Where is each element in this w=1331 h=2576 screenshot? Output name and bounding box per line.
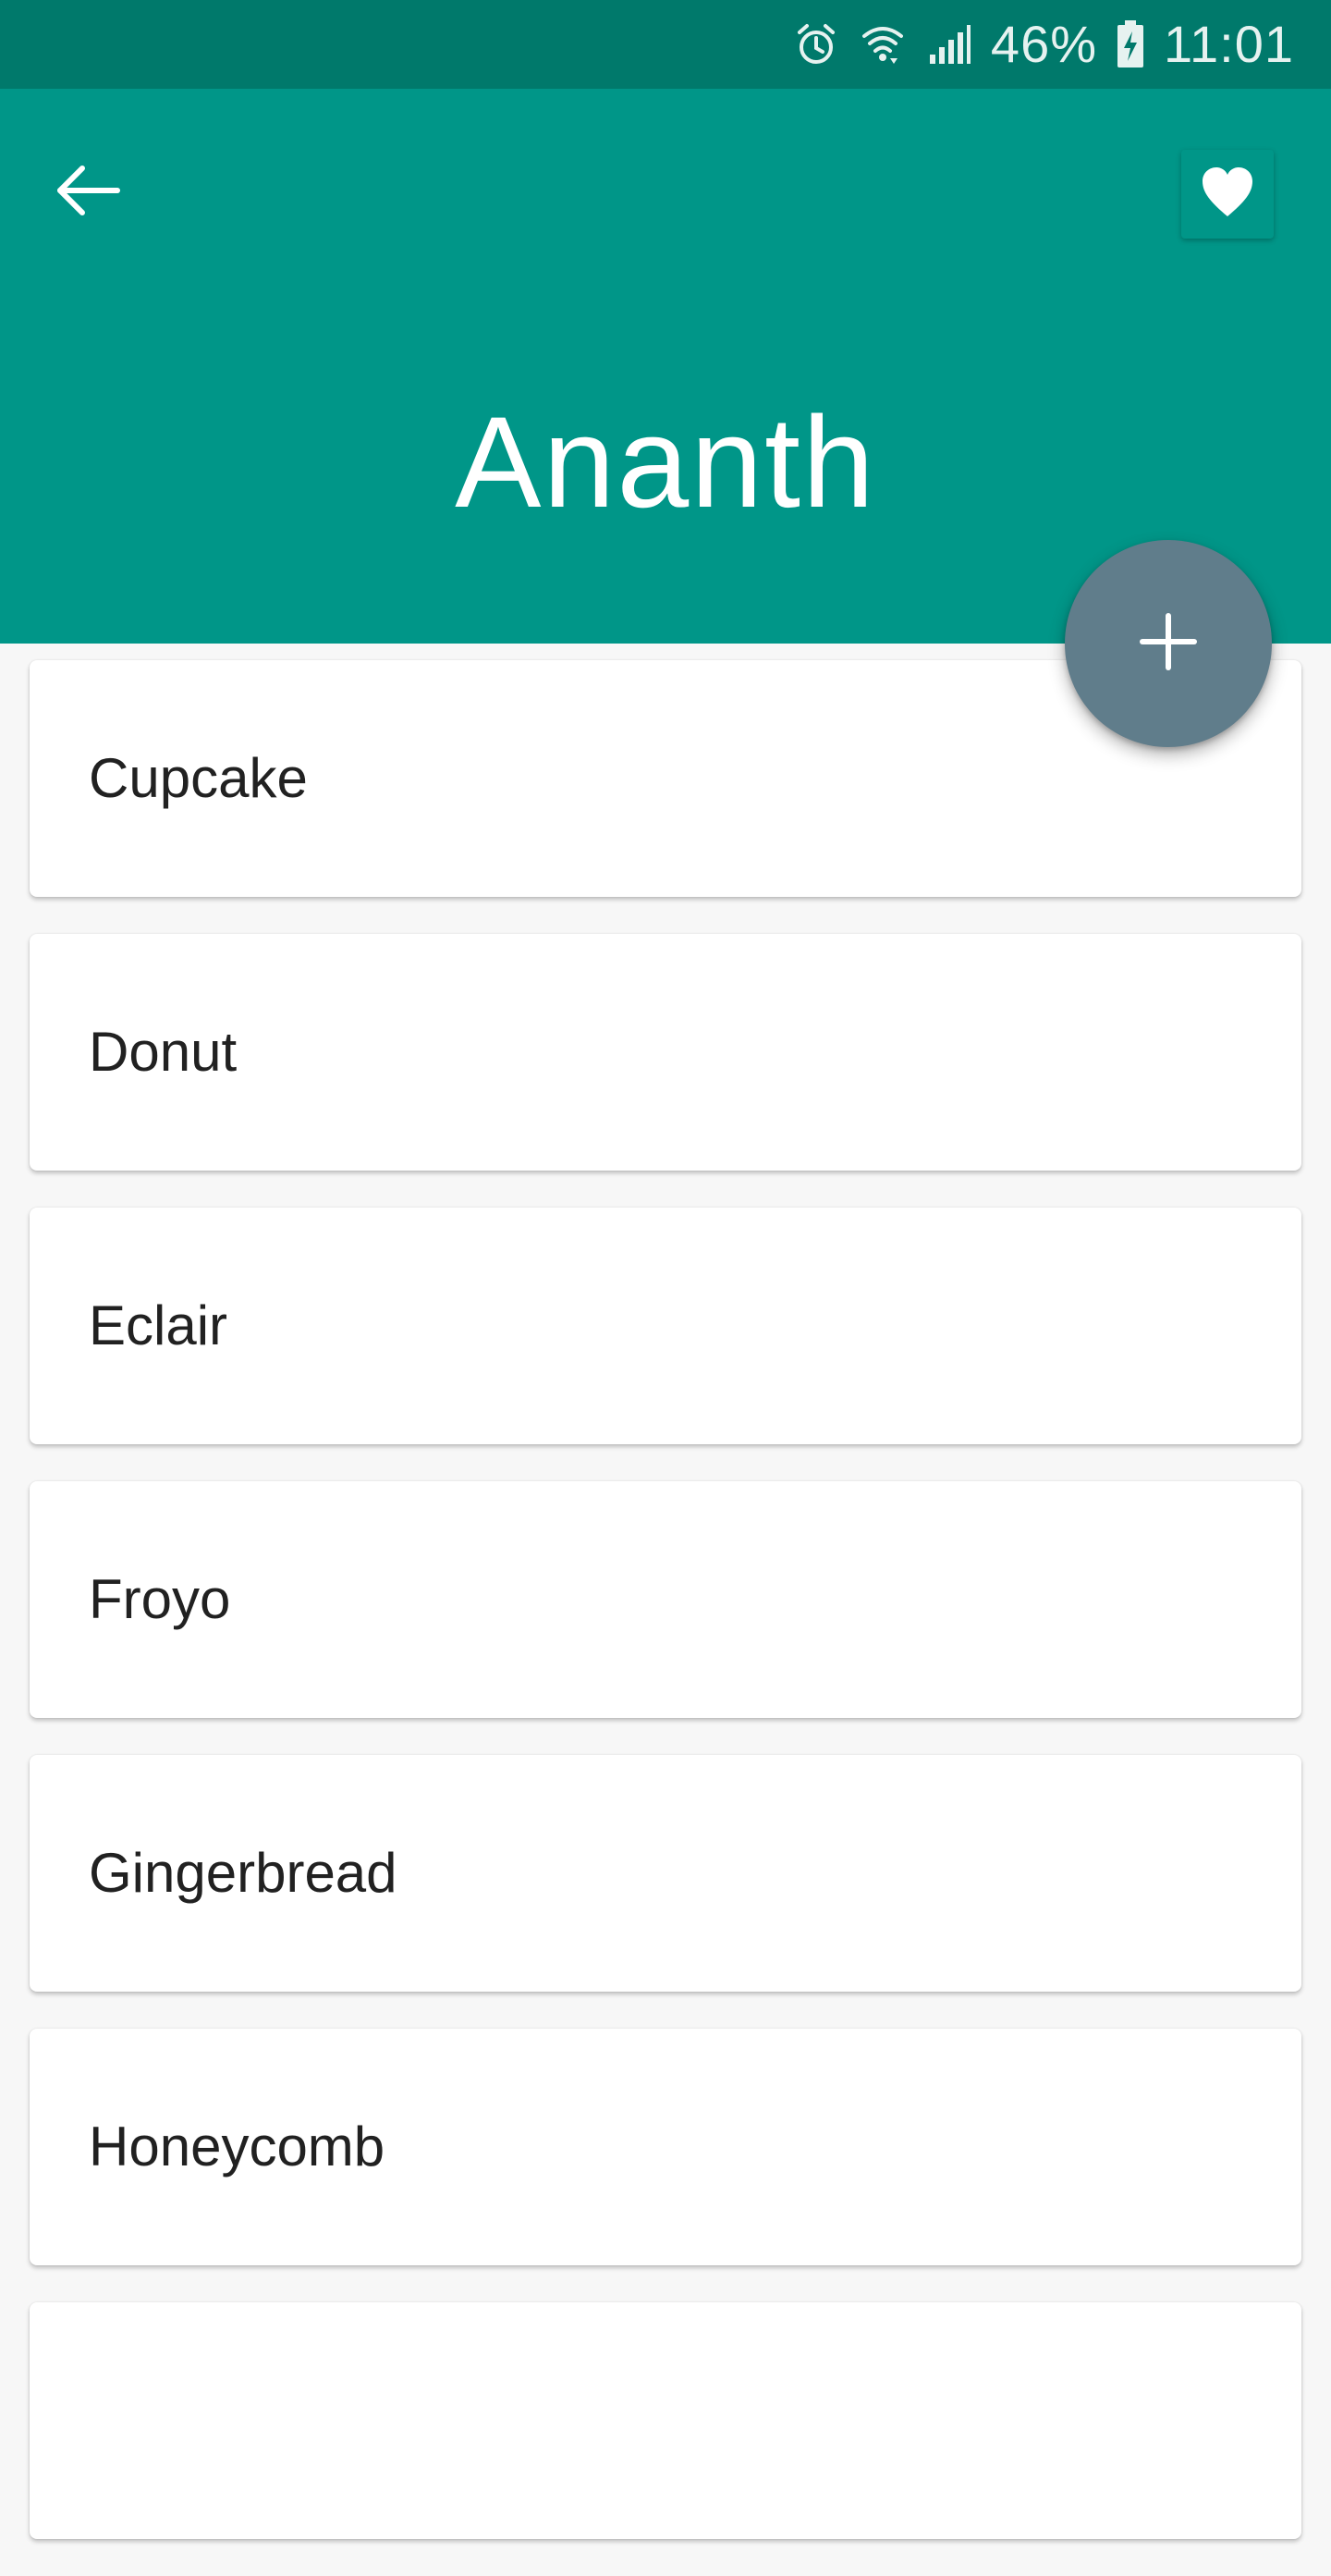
list-item[interactable]: Eclair [30,1208,1301,1444]
battery-percent: 46% [990,15,1098,73]
list-item[interactable]: Donut [30,934,1301,1171]
list-item[interactable]: Honeycomb [30,2029,1301,2265]
list-item-label: Donut [89,1021,238,1083]
favorite-button[interactable] [1181,150,1274,239]
list-item[interactable]: Froyo [30,1481,1301,1718]
signal-icon [924,19,974,69]
battery-charging-icon [1114,19,1147,69]
list-item[interactable]: Gingerbread [30,1755,1301,1992]
arrow-left-icon [55,163,121,223]
list-item-label: Gingerbread [89,1842,397,1904]
plus-icon [1139,612,1198,676]
heart-icon [1201,166,1254,223]
item-list: Cupcake Donut Eclair Froyo Gingerbread H… [30,660,1301,2576]
wifi-icon [858,19,908,69]
status-indicators: 46% 11:01 [791,0,1294,89]
list-item-label: Honeycomb [89,2116,385,2177]
page-title: Ananth [455,389,876,534]
back-button[interactable] [37,137,139,248]
list-item-label: Cupcake [89,747,308,809]
alarm-icon [791,19,841,69]
list-item[interactable] [30,2302,1301,2539]
clock: 11:01 [1164,15,1294,73]
list-item-label: Froyo [89,1568,231,1630]
list-item-label: Eclair [89,1294,228,1356]
add-button[interactable] [1065,540,1272,747]
status-bar: 46% 11:01 [0,0,1331,89]
